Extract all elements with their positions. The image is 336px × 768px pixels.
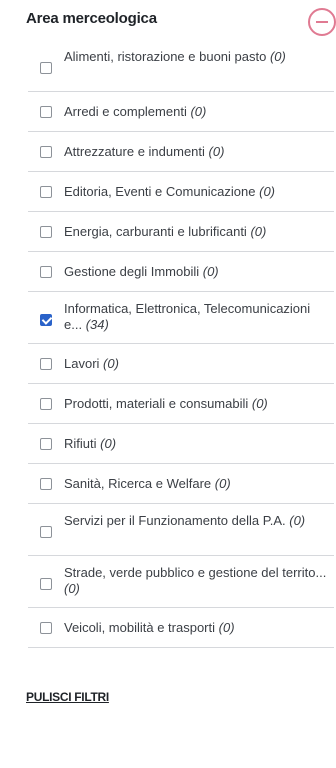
checkbox[interactable] [40, 526, 52, 538]
item-count: (0) [214, 476, 231, 491]
checkbox[interactable] [40, 186, 52, 198]
item-label: Gestione degli Immobili [64, 264, 200, 279]
checkbox[interactable] [40, 398, 52, 410]
item-count: (0) [208, 144, 225, 159]
checkbox[interactable] [40, 62, 52, 74]
list-item[interactable]: Attrezzature e indumenti (0) [28, 132, 334, 172]
list-item[interactable]: Lavori (0) [28, 344, 334, 384]
list-item[interactable]: Gestione degli Immobili (0) [28, 252, 334, 292]
list-item[interactable]: Alimenti, ristorazione e buoni pasto (0) [28, 40, 334, 92]
checkbox-checked[interactable] [40, 314, 52, 326]
item-label: Strade, verde pubblico e gestione del te… [64, 565, 327, 580]
checkbox[interactable] [40, 578, 52, 590]
checkbox[interactable] [40, 226, 52, 238]
list-item[interactable]: Strade, verde pubblico e gestione del te… [28, 556, 334, 608]
item-count: (34) [85, 317, 109, 332]
item-count: (0) [202, 264, 219, 279]
list-item[interactable]: Veicoli, mobilità e trasporti (0) [28, 608, 334, 648]
item-count: (0) [259, 184, 276, 199]
item-count: (0) [250, 224, 267, 239]
item-label: Prodotti, materiali e consumabili [64, 396, 249, 411]
item-label: Editoria, Eventi e Comunicazione [64, 184, 256, 199]
item-count: (0) [103, 356, 119, 371]
item-label: Attrezzature e indumenti [64, 144, 205, 159]
checkbox[interactable] [40, 106, 52, 118]
category-list: Alimenti, ristorazione e buoni pasto (0)… [28, 40, 334, 648]
item-label: Energia, carburanti e lubrificanti [64, 224, 247, 239]
item-count: (0) [269, 49, 286, 64]
filter-header: Area merceologica [26, 8, 336, 36]
item-count: (0) [218, 620, 235, 635]
item-label: Veicoli, mobilità e trasporti [64, 620, 216, 635]
item-count: (0) [100, 436, 117, 451]
list-item[interactable]: Rifiuti (0) [28, 424, 334, 464]
minus-circle-icon[interactable] [308, 8, 336, 36]
item-count: (0) [64, 581, 80, 596]
clear-filters-link[interactable]: PULISCI FILTRI [26, 690, 109, 704]
checkbox[interactable] [40, 358, 52, 370]
list-item[interactable]: Informatica, Elettronica, Telecomunicazi… [28, 292, 334, 344]
item-label: Arredi e complementi [64, 104, 187, 119]
item-label: Rifiuti [64, 436, 97, 451]
list-item[interactable]: Servizi per il Funzionamento della P.A. … [28, 504, 334, 556]
filter-panel: Area merceologica Alimenti, ristorazione… [0, 0, 336, 768]
list-item[interactable]: Energia, carburanti e lubrificanti (0) [28, 212, 334, 252]
checkbox[interactable] [40, 146, 52, 158]
item-label: Alimenti, ristorazione e buoni pasto [64, 49, 267, 64]
list-item[interactable]: Editoria, Eventi e Comunicazione (0) [28, 172, 334, 212]
list-item[interactable]: Arredi e complementi (0) [28, 92, 334, 132]
checkbox[interactable] [40, 478, 52, 490]
item-count: (0) [289, 513, 306, 528]
checkbox[interactable] [40, 438, 52, 450]
item-count: (0) [190, 104, 207, 119]
checkbox[interactable] [40, 622, 52, 634]
item-label: Servizi per il Funzionamento della P.A. [64, 513, 286, 528]
item-label: Lavori [64, 356, 100, 371]
list-item[interactable]: Prodotti, materiali e consumabili (0) [28, 384, 334, 424]
filter-title: Area merceologica [26, 10, 157, 27]
list-item[interactable]: Sanità, Ricerca e Welfare (0) [28, 464, 334, 504]
item-count: (0) [251, 396, 268, 411]
item-label: Sanità, Ricerca e Welfare [64, 476, 212, 491]
checkbox[interactable] [40, 266, 52, 278]
